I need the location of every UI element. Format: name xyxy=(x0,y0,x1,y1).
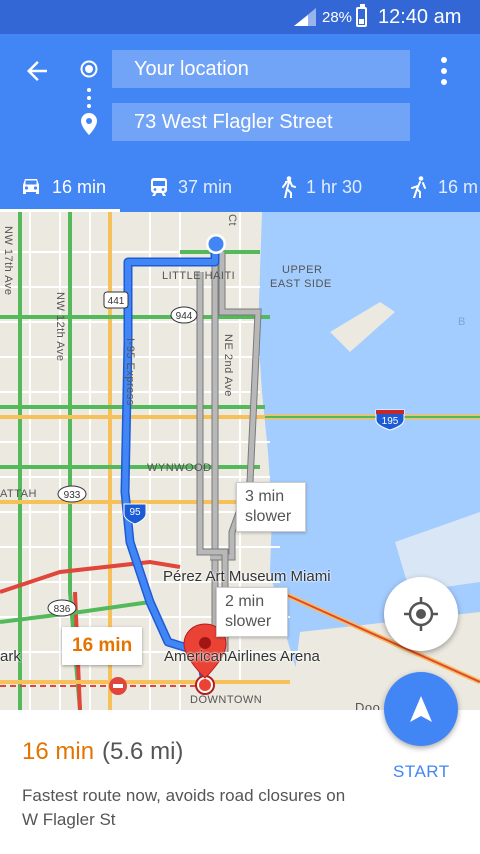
map-label-ct: Ct xyxy=(226,214,238,226)
route-summary-line: 16 min (5.6 mi) xyxy=(22,738,183,766)
origin-input[interactable]: Your location xyxy=(112,50,410,88)
map-label-attah: ATTAH xyxy=(0,488,37,500)
tab-transit[interactable]: 37 min xyxy=(150,162,232,212)
destination-pin-icon xyxy=(81,113,97,135)
destination-input[interactable]: 73 West Flagler Street xyxy=(112,103,410,141)
directions-header: Your location 73 West Flagler Street 16 … xyxy=(0,34,480,212)
back-arrow-icon[interactable] xyxy=(22,56,52,86)
alt-route-1-time: 3 min xyxy=(245,488,285,505)
svg-text:933: 933 xyxy=(64,490,81,501)
route-connector-dots xyxy=(87,88,91,112)
rideshare-icon xyxy=(411,176,426,198)
start-label[interactable]: START xyxy=(393,762,450,782)
svg-text:441: 441 xyxy=(108,296,125,307)
svg-text:95: 95 xyxy=(129,507,141,518)
map-label-nw17: NW 17th Ave xyxy=(2,226,14,296)
tab-ride-label: 16 m xyxy=(438,176,479,197)
svg-text:944: 944 xyxy=(176,311,193,322)
map-label-doo: Doo xyxy=(355,700,381,710)
route-distance: (5.6 mi) xyxy=(102,738,184,765)
alt-route-2-time: 2 min xyxy=(225,593,265,610)
battery-icon xyxy=(356,4,367,27)
shield-441: 441 xyxy=(103,291,129,309)
travel-mode-tabs: 16 min 37 min 1 hr 30 16 m xyxy=(0,162,480,212)
walking-icon xyxy=(282,176,296,198)
more-options-icon[interactable] xyxy=(434,54,454,88)
svg-text:836: 836 xyxy=(54,604,71,615)
map-label-ne2: NE 2nd Ave xyxy=(222,334,234,397)
alt-route-1-note: slower xyxy=(245,508,292,525)
tab-transit-label: 37 min xyxy=(178,176,233,197)
status-bar: 28% 12:40 am xyxy=(0,0,480,34)
svg-text:195: 195 xyxy=(382,416,399,427)
tab-walk-label: 1 hr 30 xyxy=(306,176,363,197)
map-label-i95: I-95 Express xyxy=(124,338,136,406)
alt-route-2-note: slower xyxy=(225,613,272,630)
car-icon xyxy=(23,179,39,194)
signal-icon xyxy=(294,8,316,26)
tab-drive-label: 16 min xyxy=(52,176,107,197)
alt-route-callout-2[interactable]: 2 min slower xyxy=(216,587,288,637)
poi-arena[interactable]: AmericanAirlines Arena xyxy=(164,648,320,665)
start-navigation-button[interactable] xyxy=(384,672,458,746)
map-label-b: B xyxy=(458,316,466,328)
map-label-east-side: EAST SIDE xyxy=(270,278,332,290)
route-description: Fastest route now, avoids road closures … xyxy=(22,786,346,829)
map-label-little-haiti: LITTLE HAITI xyxy=(162,270,236,282)
origin-dot-icon xyxy=(80,60,98,78)
map-label-ark: ark xyxy=(0,648,21,665)
map-label-downtown: DOWNTOWN xyxy=(190,694,263,706)
poi-museum[interactable]: Pérez Art Museum Miami xyxy=(163,568,331,585)
crosshair-icon xyxy=(404,597,438,631)
route-duration: 16 min xyxy=(22,738,95,765)
map-view[interactable]: 441 944 933 95 195 836 LITTLE HAITI UPPE… xyxy=(0,212,480,710)
battery-percent: 28% xyxy=(322,9,353,26)
shield-944: 944 xyxy=(170,306,198,324)
shield-836: 836 xyxy=(47,599,77,617)
map-label-wynwood: WYNWOOD xyxy=(147,462,212,474)
alt-route-callout-1[interactable]: 3 min slower xyxy=(236,482,306,532)
tab-drive[interactable]: 16 min xyxy=(20,162,106,212)
my-location-button[interactable] xyxy=(384,577,458,651)
navigation-arrow-icon xyxy=(410,696,432,722)
clock: 12:40 am xyxy=(378,6,462,28)
map-label-upper: UPPER xyxy=(282,264,323,276)
train-icon xyxy=(151,178,167,196)
tab-ride[interactable]: 16 m xyxy=(408,162,478,212)
shield-933: 933 xyxy=(57,485,87,503)
map-label-nw12: NW 12th Ave xyxy=(54,292,66,362)
selected-route-time-callout[interactable]: 16 min xyxy=(62,627,143,665)
tab-walk[interactable]: 1 hr 30 xyxy=(280,162,362,212)
